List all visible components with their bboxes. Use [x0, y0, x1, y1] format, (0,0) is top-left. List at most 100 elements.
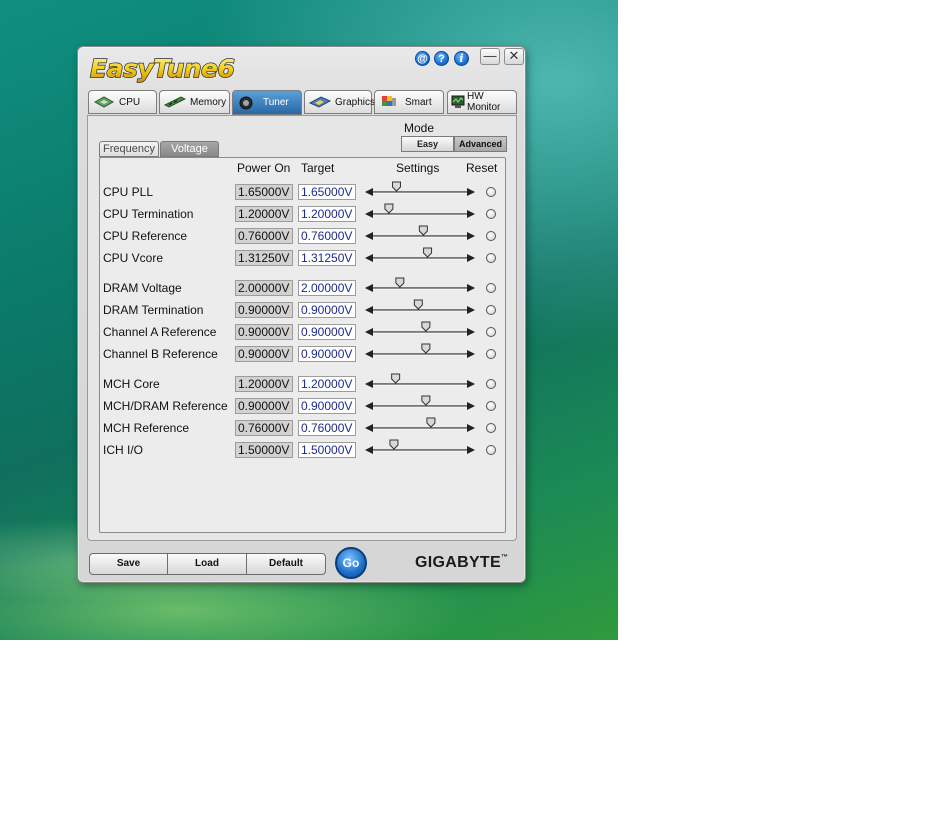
info-icon[interactable]: i [454, 51, 469, 66]
slider-right-arrow-icon[interactable] [467, 232, 475, 240]
slider-left-arrow-icon[interactable] [365, 188, 373, 196]
voltage-slider[interactable] [364, 394, 476, 414]
graphics-icon [309, 96, 331, 108]
mode-advanced-button[interactable]: Advanced [454, 136, 507, 152]
power-on-value: 1.20000V [235, 376, 293, 392]
tab-tuner[interactable]: Tuner [232, 90, 302, 115]
slider-thumb[interactable] [418, 225, 428, 236]
slider-thumb[interactable] [391, 181, 401, 192]
voltage-slider[interactable] [364, 298, 476, 318]
voltage-slider[interactable] [364, 416, 476, 436]
subtab-frequency[interactable]: Frequency [99, 141, 159, 157]
voltage-slider[interactable] [364, 276, 476, 296]
slider-thumb[interactable] [395, 277, 405, 288]
slider-right-arrow-icon[interactable] [467, 424, 475, 432]
slider-left-arrow-icon[interactable] [365, 350, 373, 358]
target-value-field[interactable]: 0.90000V [298, 324, 356, 340]
slider-thumb[interactable] [391, 373, 401, 384]
voltage-row-label: DRAM Voltage [103, 281, 182, 295]
voltage-slider[interactable] [364, 342, 476, 362]
tab-label: Graphics [335, 96, 376, 108]
tab-hw-monitor[interactable]: HW Monitor [447, 90, 517, 114]
reset-radio[interactable] [486, 283, 496, 293]
load-button[interactable]: Load [167, 553, 247, 575]
reset-radio[interactable] [486, 349, 496, 359]
voltage-slider[interactable] [364, 320, 476, 340]
slider-right-arrow-icon[interactable] [467, 306, 475, 314]
slider-left-arrow-icon[interactable] [365, 446, 373, 454]
slider-right-arrow-icon[interactable] [467, 380, 475, 388]
go-button[interactable]: Go [335, 547, 367, 579]
slider-right-arrow-icon[interactable] [467, 446, 475, 454]
target-value-field[interactable]: 1.20000V [298, 206, 356, 222]
help-icon[interactable]: ? [434, 51, 449, 66]
subtab-voltage[interactable]: Voltage [160, 141, 219, 157]
target-value-field[interactable]: 1.50000V [298, 442, 356, 458]
voltage-slider[interactable] [364, 202, 476, 222]
reset-radio[interactable] [486, 379, 496, 389]
slider-thumb[interactable] [426, 417, 436, 428]
slider-thumb[interactable] [421, 395, 431, 406]
voltage-slider[interactable] [364, 438, 476, 458]
target-value-field[interactable]: 1.31250V [298, 250, 356, 266]
slider-right-arrow-icon[interactable] [467, 210, 475, 218]
target-value-field[interactable]: 1.20000V [298, 376, 356, 392]
slider-right-arrow-icon[interactable] [467, 328, 475, 336]
slider-right-arrow-icon[interactable] [467, 402, 475, 410]
web-icon[interactable]: @ [415, 51, 430, 66]
slider-thumb[interactable] [413, 299, 423, 310]
slider-left-arrow-icon[interactable] [365, 232, 373, 240]
voltage-slider[interactable] [364, 372, 476, 392]
slider-thumb[interactable] [421, 343, 431, 354]
reset-radio[interactable] [486, 327, 496, 337]
reset-radio[interactable] [486, 231, 496, 241]
target-value-field[interactable]: 1.65000V [298, 184, 356, 200]
slider-right-arrow-icon[interactable] [467, 188, 475, 196]
smart-icon [382, 96, 396, 106]
slider-left-arrow-icon[interactable] [365, 306, 373, 314]
slider-left-arrow-icon[interactable] [365, 284, 373, 292]
tab-graphics[interactable]: Graphics [304, 90, 376, 114]
reset-radio[interactable] [486, 187, 496, 197]
slider-left-arrow-icon[interactable] [365, 328, 373, 336]
voltage-slider[interactable] [364, 224, 476, 244]
mode-easy-button[interactable]: Easy [401, 136, 454, 152]
voltage-slider[interactable] [364, 246, 476, 266]
reset-radio[interactable] [486, 253, 496, 263]
tab-memory[interactable]: Memory [159, 90, 230, 114]
slider-thumb[interactable] [384, 203, 394, 214]
target-value-field[interactable]: 0.76000V [298, 420, 356, 436]
reset-radio[interactable] [486, 445, 496, 455]
tab-smart[interactable]: Smart [374, 90, 444, 114]
reset-radio[interactable] [486, 305, 496, 315]
slider-left-arrow-icon[interactable] [365, 402, 373, 410]
close-button[interactable]: ✕ [504, 48, 524, 65]
power-on-value: 2.00000V [235, 280, 293, 296]
slider-right-arrow-icon[interactable] [467, 254, 475, 262]
slider-left-arrow-icon[interactable] [365, 380, 373, 388]
slider-right-arrow-icon[interactable] [467, 350, 475, 358]
reset-radio[interactable] [486, 209, 496, 219]
minimize-button[interactable]: — [480, 48, 500, 65]
slider-left-arrow-icon[interactable] [365, 424, 373, 432]
tab-cpu[interactable]: CPU [88, 90, 157, 114]
slider-thumb[interactable] [389, 439, 399, 450]
reset-radio[interactable] [486, 423, 496, 433]
default-button[interactable]: Default [246, 553, 326, 575]
slider-thumb[interactable] [421, 321, 431, 332]
save-button[interactable]: Save [89, 553, 168, 575]
voltage-slider[interactable] [364, 180, 476, 200]
slider-thumb[interactable] [423, 247, 433, 258]
slider-right-arrow-icon[interactable] [467, 284, 475, 292]
voltage-row-label: CPU PLL [103, 185, 154, 199]
reset-radio[interactable] [486, 401, 496, 411]
tab-label: CPU [119, 96, 141, 108]
target-value-field[interactable]: 0.90000V [298, 346, 356, 362]
target-value-field[interactable]: 0.90000V [298, 398, 356, 414]
target-value-field[interactable]: 2.00000V [298, 280, 356, 296]
target-value-field[interactable]: 0.90000V [298, 302, 356, 318]
target-value-field[interactable]: 0.76000V [298, 228, 356, 244]
slider-left-arrow-icon[interactable] [365, 210, 373, 218]
voltage-row-label: ICH I/O [103, 443, 144, 457]
slider-left-arrow-icon[interactable] [365, 254, 373, 262]
